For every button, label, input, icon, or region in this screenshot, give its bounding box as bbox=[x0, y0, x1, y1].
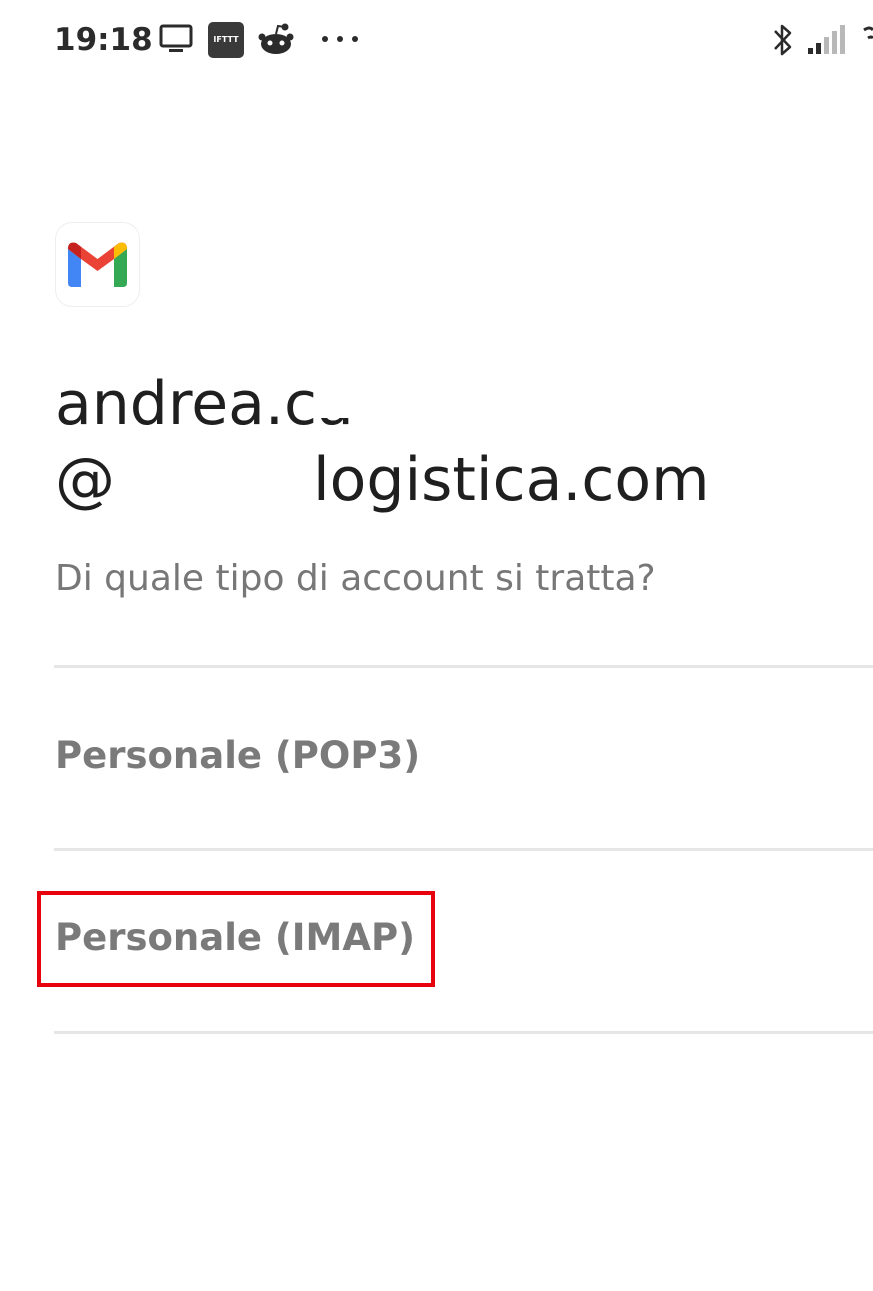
divider bbox=[54, 1031, 873, 1034]
account-email-at: @ bbox=[55, 445, 115, 515]
redacted-region bbox=[318, 362, 558, 418]
wifi-icon bbox=[858, 24, 873, 64]
ifttt-icon: IFTTT bbox=[208, 22, 244, 58]
status-time: 19:18 bbox=[54, 22, 153, 58]
account-type-prompt: Di quale tipo di account si tratta? bbox=[55, 558, 656, 599]
reddit-icon bbox=[258, 22, 294, 62]
option-personal-pop3[interactable]: Personale (POP3) bbox=[54, 668, 873, 848]
signal-icon bbox=[806, 24, 850, 64]
screen-cast-icon bbox=[159, 24, 193, 64]
account-type-screen: 19:18 IFTTT andrea.ca @ logistica.com Di… bbox=[0, 0, 873, 1291]
account-email-domain: logistica.com bbox=[313, 445, 710, 515]
option-label-pop3: Personale (POP3) bbox=[55, 734, 421, 777]
account-email-line-2: @ logistica.com bbox=[55, 442, 855, 518]
bluetooth-icon bbox=[771, 22, 795, 62]
more-notifications-icon bbox=[320, 30, 360, 70]
highlight-annotation-box bbox=[37, 891, 435, 987]
status-bar: 19:18 IFTTT bbox=[0, 0, 873, 80]
gmail-logo bbox=[56, 223, 139, 306]
